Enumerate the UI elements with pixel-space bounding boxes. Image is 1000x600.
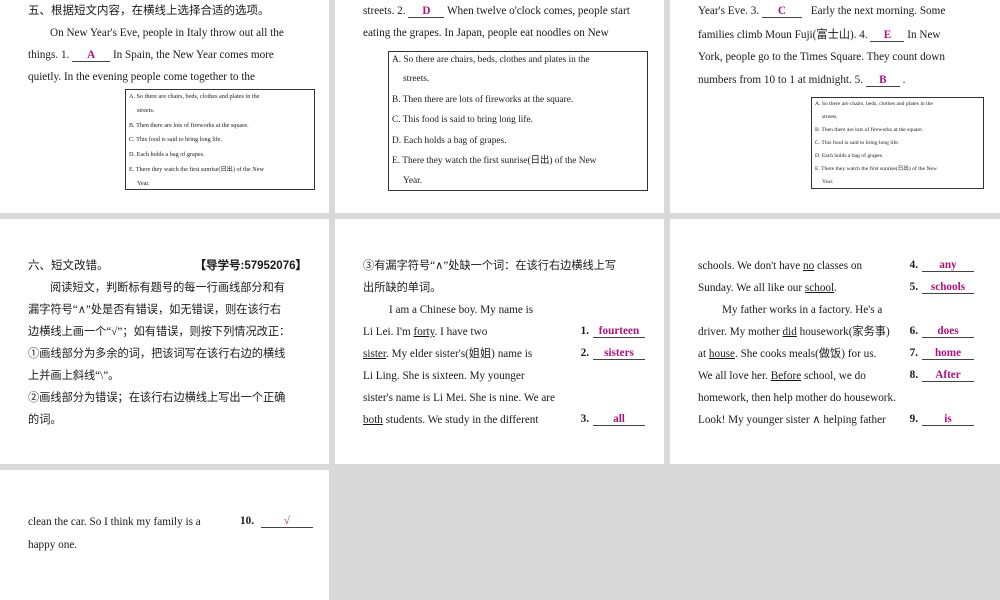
answer-2: D: [408, 5, 445, 18]
passage-line: quietly. In the evening people come toge…: [28, 71, 255, 83]
passage-line: homework, then help mother do housework.: [698, 392, 896, 404]
instruction-line: 的词。: [28, 414, 62, 426]
panel-4: 六、短文改错。 【导学号:57952076】 阅读短文，判断标有题号的每一行画线…: [0, 219, 329, 464]
passage-line: numbers from 10 to 1 at midnight. 5. B .: [698, 74, 906, 87]
answer-row: 6. does: [904, 325, 974, 338]
answer-row: 8. After: [904, 369, 974, 382]
answer-row: 1. fourteen: [575, 325, 645, 338]
answer-1: A: [72, 49, 111, 62]
section-five-heading: 五、根据短文内容，在横线上选择合适的选项。: [28, 5, 270, 17]
passage-line: sister's name is Li Mei. She is nine. We…: [363, 392, 555, 404]
panel-3: Year's Eve. 3. C Early the next morning.…: [670, 0, 1000, 213]
passage-line: Li Ling. She is sixteen. My younger: [363, 370, 525, 382]
instruction-line: ①画线部分为多余的词，把该词写在该行右边的横线: [28, 348, 286, 360]
instruction-line: ②画线部分为错误；在该行右边横线上写出一个正确: [28, 392, 286, 404]
answer-10: √: [260, 515, 313, 528]
panel-1: 五、根据短文内容，在横线上选择合适的选项。 On New Year's Eve,…: [0, 0, 329, 213]
passage-line: happy one.: [28, 539, 78, 551]
instruction-line: 边横线上画一个“√”；如有错误，则按下列情况改正：: [28, 326, 291, 338]
options-box: A. So there are chairs, beds, clothes an…: [811, 97, 984, 189]
answer-row: 9. is: [904, 413, 974, 426]
answer-3: C: [761, 5, 802, 18]
passage-line: On New Year's Eve, people in Italy throw…: [50, 27, 284, 39]
passage-line: streets. 2. D When twelve o'clock comes,…: [363, 5, 630, 18]
passage-line: My father works in a factory. He's a: [722, 304, 883, 316]
guide-number: 【导学号:57952076】: [194, 260, 308, 272]
options-box: A. So there are chairs, beds, clothes an…: [125, 89, 315, 190]
instruction-line: 上并画上斜线“\”。: [28, 370, 120, 382]
answer-row: 10. √: [236, 515, 313, 528]
passage-line: things. 1. A In Spain, the New Year come…: [28, 49, 274, 62]
answer-row: 3. all: [575, 413, 645, 426]
answer-row: 4. any: [904, 259, 974, 272]
passage-line: families climb Moun Fuji(富士山). 4. E In N…: [698, 29, 941, 42]
answer-row: 7. home: [904, 347, 974, 360]
passage-line: I am a Chinese boy. My name is: [389, 304, 534, 316]
answer-row: 2. sisters: [575, 347, 645, 360]
panel-7: clean the car. So I think my family is a…: [0, 470, 329, 600]
answer-5: B: [865, 74, 900, 87]
options-box: A. So there are chairs, beds, clothes an…: [388, 51, 648, 191]
answer-4: E: [870, 29, 905, 42]
instruction-line: 漏字符号“∧”处是否有错误，如无错误，则在该行右: [28, 304, 282, 316]
panel-6: schools. We don't have no classes on Sun…: [670, 219, 1000, 464]
instruction-line: 阅读短文，判断标有题号的每一行画线部分和有: [50, 282, 285, 294]
instruction-line: 出所缺的单词。: [363, 282, 442, 294]
panel-2: streets. 2. D When twelve o'clock comes,…: [335, 0, 664, 213]
panel-5: ③有漏字符号“∧”处缺一个词：在该行右边横线上写 出所缺的单词。 I am a …: [335, 219, 664, 464]
answer-row: 5. schools: [904, 281, 974, 294]
passage-line: eating the grapes. In Japan, people eat …: [363, 27, 609, 39]
instruction-line: ③有漏字符号“∧”处缺一个词：在该行右边横线上写: [363, 260, 617, 272]
passage-line: Year's Eve. 3. C Early the next morning.…: [698, 5, 946, 18]
passage-line: York, people go to the Times Square. The…: [698, 51, 945, 63]
